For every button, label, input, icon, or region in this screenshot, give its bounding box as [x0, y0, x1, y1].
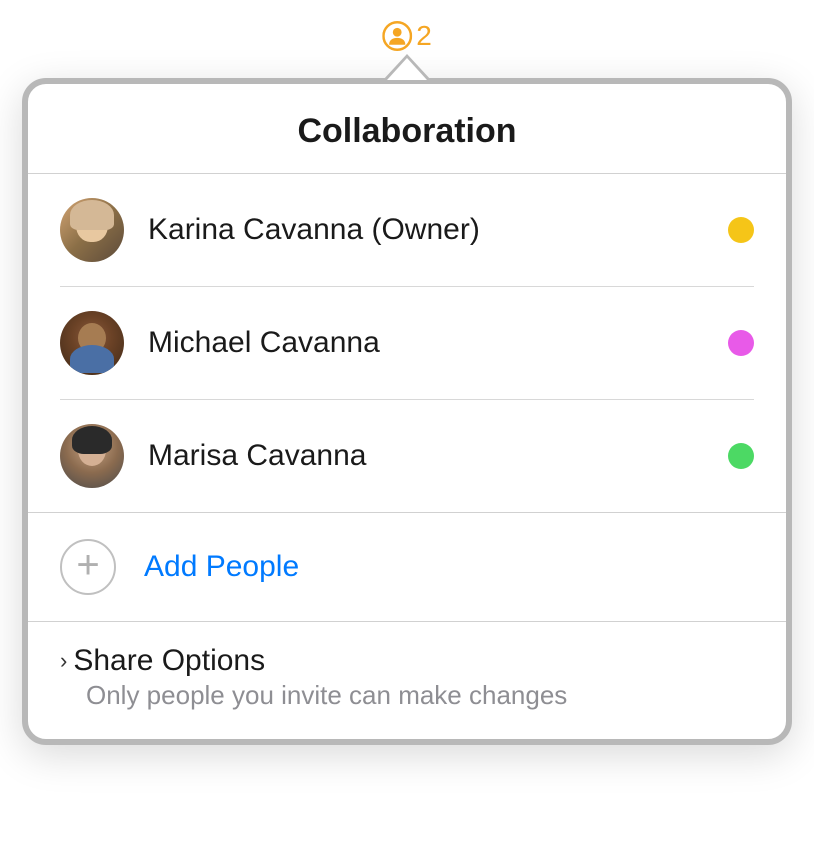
participant-name: Marisa Cavanna: [148, 439, 728, 473]
status-dot: [728, 217, 754, 243]
add-people-button[interactable]: Add People: [28, 512, 786, 622]
share-options-button[interactable]: › Share Options Only people you invite c…: [28, 622, 786, 739]
chevron-right-icon: ›: [60, 648, 67, 674]
avatar: [60, 311, 124, 375]
participant-row[interactable]: Michael Cavanna: [60, 287, 754, 400]
avatar: [60, 198, 124, 262]
collaboration-indicator[interactable]: 2: [382, 20, 432, 52]
status-dot: [728, 443, 754, 469]
participant-row[interactable]: Karina Cavanna (Owner): [60, 174, 754, 287]
collaboration-popover: Collaboration Karina Cavanna (Owner) Mic…: [22, 60, 792, 745]
status-dot: [728, 330, 754, 356]
share-options-title: Share Options: [73, 644, 265, 678]
participant-name: Michael Cavanna: [148, 326, 728, 360]
avatar: [60, 424, 124, 488]
add-people-label: Add People: [144, 550, 299, 584]
person-icon: [382, 21, 412, 51]
participant-row[interactable]: Marisa Cavanna: [60, 400, 754, 512]
popover-title: Collaboration: [28, 84, 786, 174]
popover-arrow: [387, 58, 427, 80]
plus-icon: [60, 539, 116, 595]
participants-list: Karina Cavanna (Owner) Michael Cavanna M…: [28, 174, 786, 512]
share-options-subtitle: Only people you invite can make changes: [86, 680, 754, 711]
participant-name: Karina Cavanna (Owner): [148, 213, 728, 247]
collaboration-count: 2: [416, 20, 432, 52]
